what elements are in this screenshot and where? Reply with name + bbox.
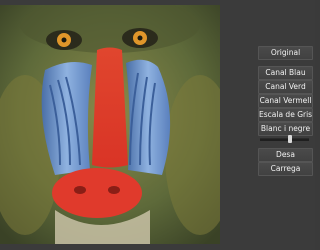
mandrill-image	[0, 5, 220, 244]
threshold-slider-track	[260, 138, 309, 141]
desa-button[interactable]: Desa	[258, 148, 313, 162]
original-button[interactable]: Original	[258, 46, 313, 60]
threshold-slider-thumb[interactable]	[288, 135, 292, 143]
image-view	[0, 5, 220, 244]
blanc-negre-button[interactable]: Blanc i negre	[258, 122, 313, 136]
canal-blau-button[interactable]: Canal Blau	[258, 66, 313, 80]
canal-verd-button[interactable]: Canal Verd	[258, 80, 313, 94]
app-window: Original Canal Blau Canal Verd Canal Ver…	[0, 0, 315, 250]
canal-vermell-button[interactable]: Canal Vermell	[258, 94, 313, 108]
threshold-slider[interactable]	[258, 135, 311, 143]
carrega-button[interactable]: Carrega	[258, 162, 313, 176]
escala-grisos-button[interactable]: Escala de Grisos	[258, 108, 313, 122]
control-panel: Original Canal Blau Canal Verd Canal Ver…	[258, 42, 314, 192]
